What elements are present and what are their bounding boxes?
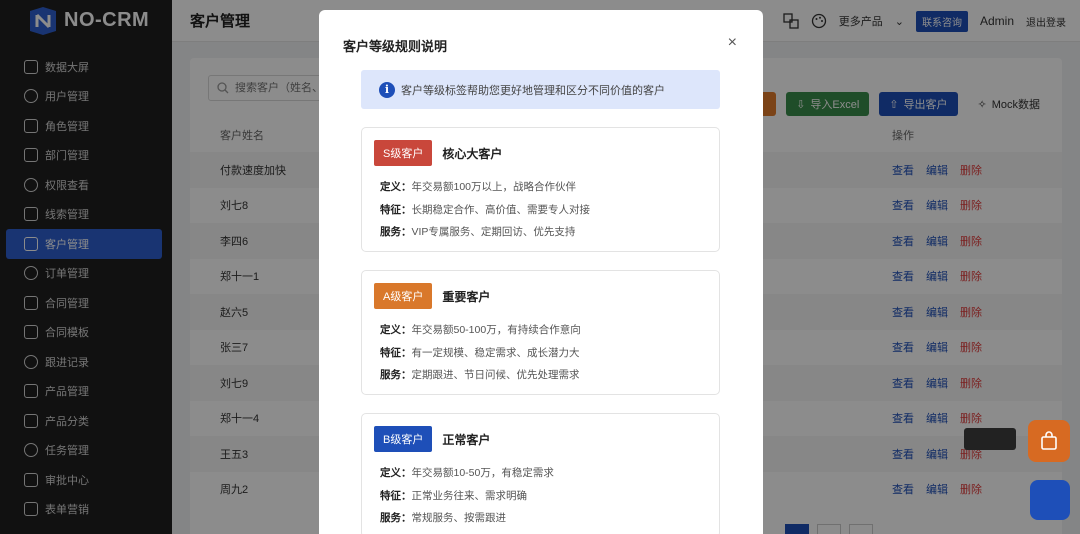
level-definition: 定义：年交易额50-100万，有持续合作意向 xyxy=(380,324,581,336)
level-feature: 特征：正常业务往来、需求明确 xyxy=(380,489,527,502)
info-icon: i xyxy=(379,81,395,98)
modal-title: 客户等级规则说明 xyxy=(343,39,448,54)
level-badge: B级客户 xyxy=(374,426,433,452)
level-service: 服务：定期跟进、节日问候、优先处理需求 xyxy=(380,369,580,381)
bag-icon xyxy=(1041,431,1057,450)
info-banner: i 客户等级标签帮助您更好地管理和区分不同价值的客户 xyxy=(361,70,720,109)
level-card: B级客户 正常客户定义：年交易额10-50万，有稳定需求 特征：正常业务往来、需求明… xyxy=(361,413,720,534)
floating-tooltip xyxy=(964,428,1016,450)
level-card: A级客户 重要客户定义：年交易额50-100万，有持续合作意向 特征：有一定规模、稳… xyxy=(361,270,720,395)
level-name: 核心大客户 xyxy=(442,146,503,161)
chat-button[interactable] xyxy=(1030,480,1070,520)
level-service: 服务：常规服务、按需跟进 xyxy=(380,512,506,524)
level-rules-modal: 客户等级规则说明 × i 客户等级标签帮助您更好地管理和区分不同价值的客户 S级… xyxy=(319,10,763,534)
shopping-bag-button[interactable] xyxy=(1028,420,1070,462)
level-service: 服务：VIP专属服务、定期回访、优先支持 xyxy=(380,226,576,238)
close-icon[interactable]: × xyxy=(728,34,737,52)
level-badge: A级客户 xyxy=(374,283,433,309)
level-badge: S级客户 xyxy=(374,140,433,166)
level-name: 正常客户 xyxy=(442,432,491,447)
level-name: 重要客户 xyxy=(442,289,491,304)
info-text: 客户等级标签帮助您更好地管理和区分不同价值的客户 xyxy=(401,84,665,97)
level-card: S级客户 核心大客户定义：年交易额100万以上，战略合作伙伴特征：长期稳定合作、高… xyxy=(361,127,720,252)
level-definition: 定义：年交易额10-50万，有稳定需求 xyxy=(380,467,554,479)
level-feature: 特征：长期稳定合作、高价值、需要专人对接 xyxy=(380,203,590,216)
level-feature: 特征：有一定规模、稳定需求、成长潜力大 xyxy=(380,346,580,359)
level-definition: 定义：年交易额100万以上，战略合作伙伴 xyxy=(380,181,577,193)
